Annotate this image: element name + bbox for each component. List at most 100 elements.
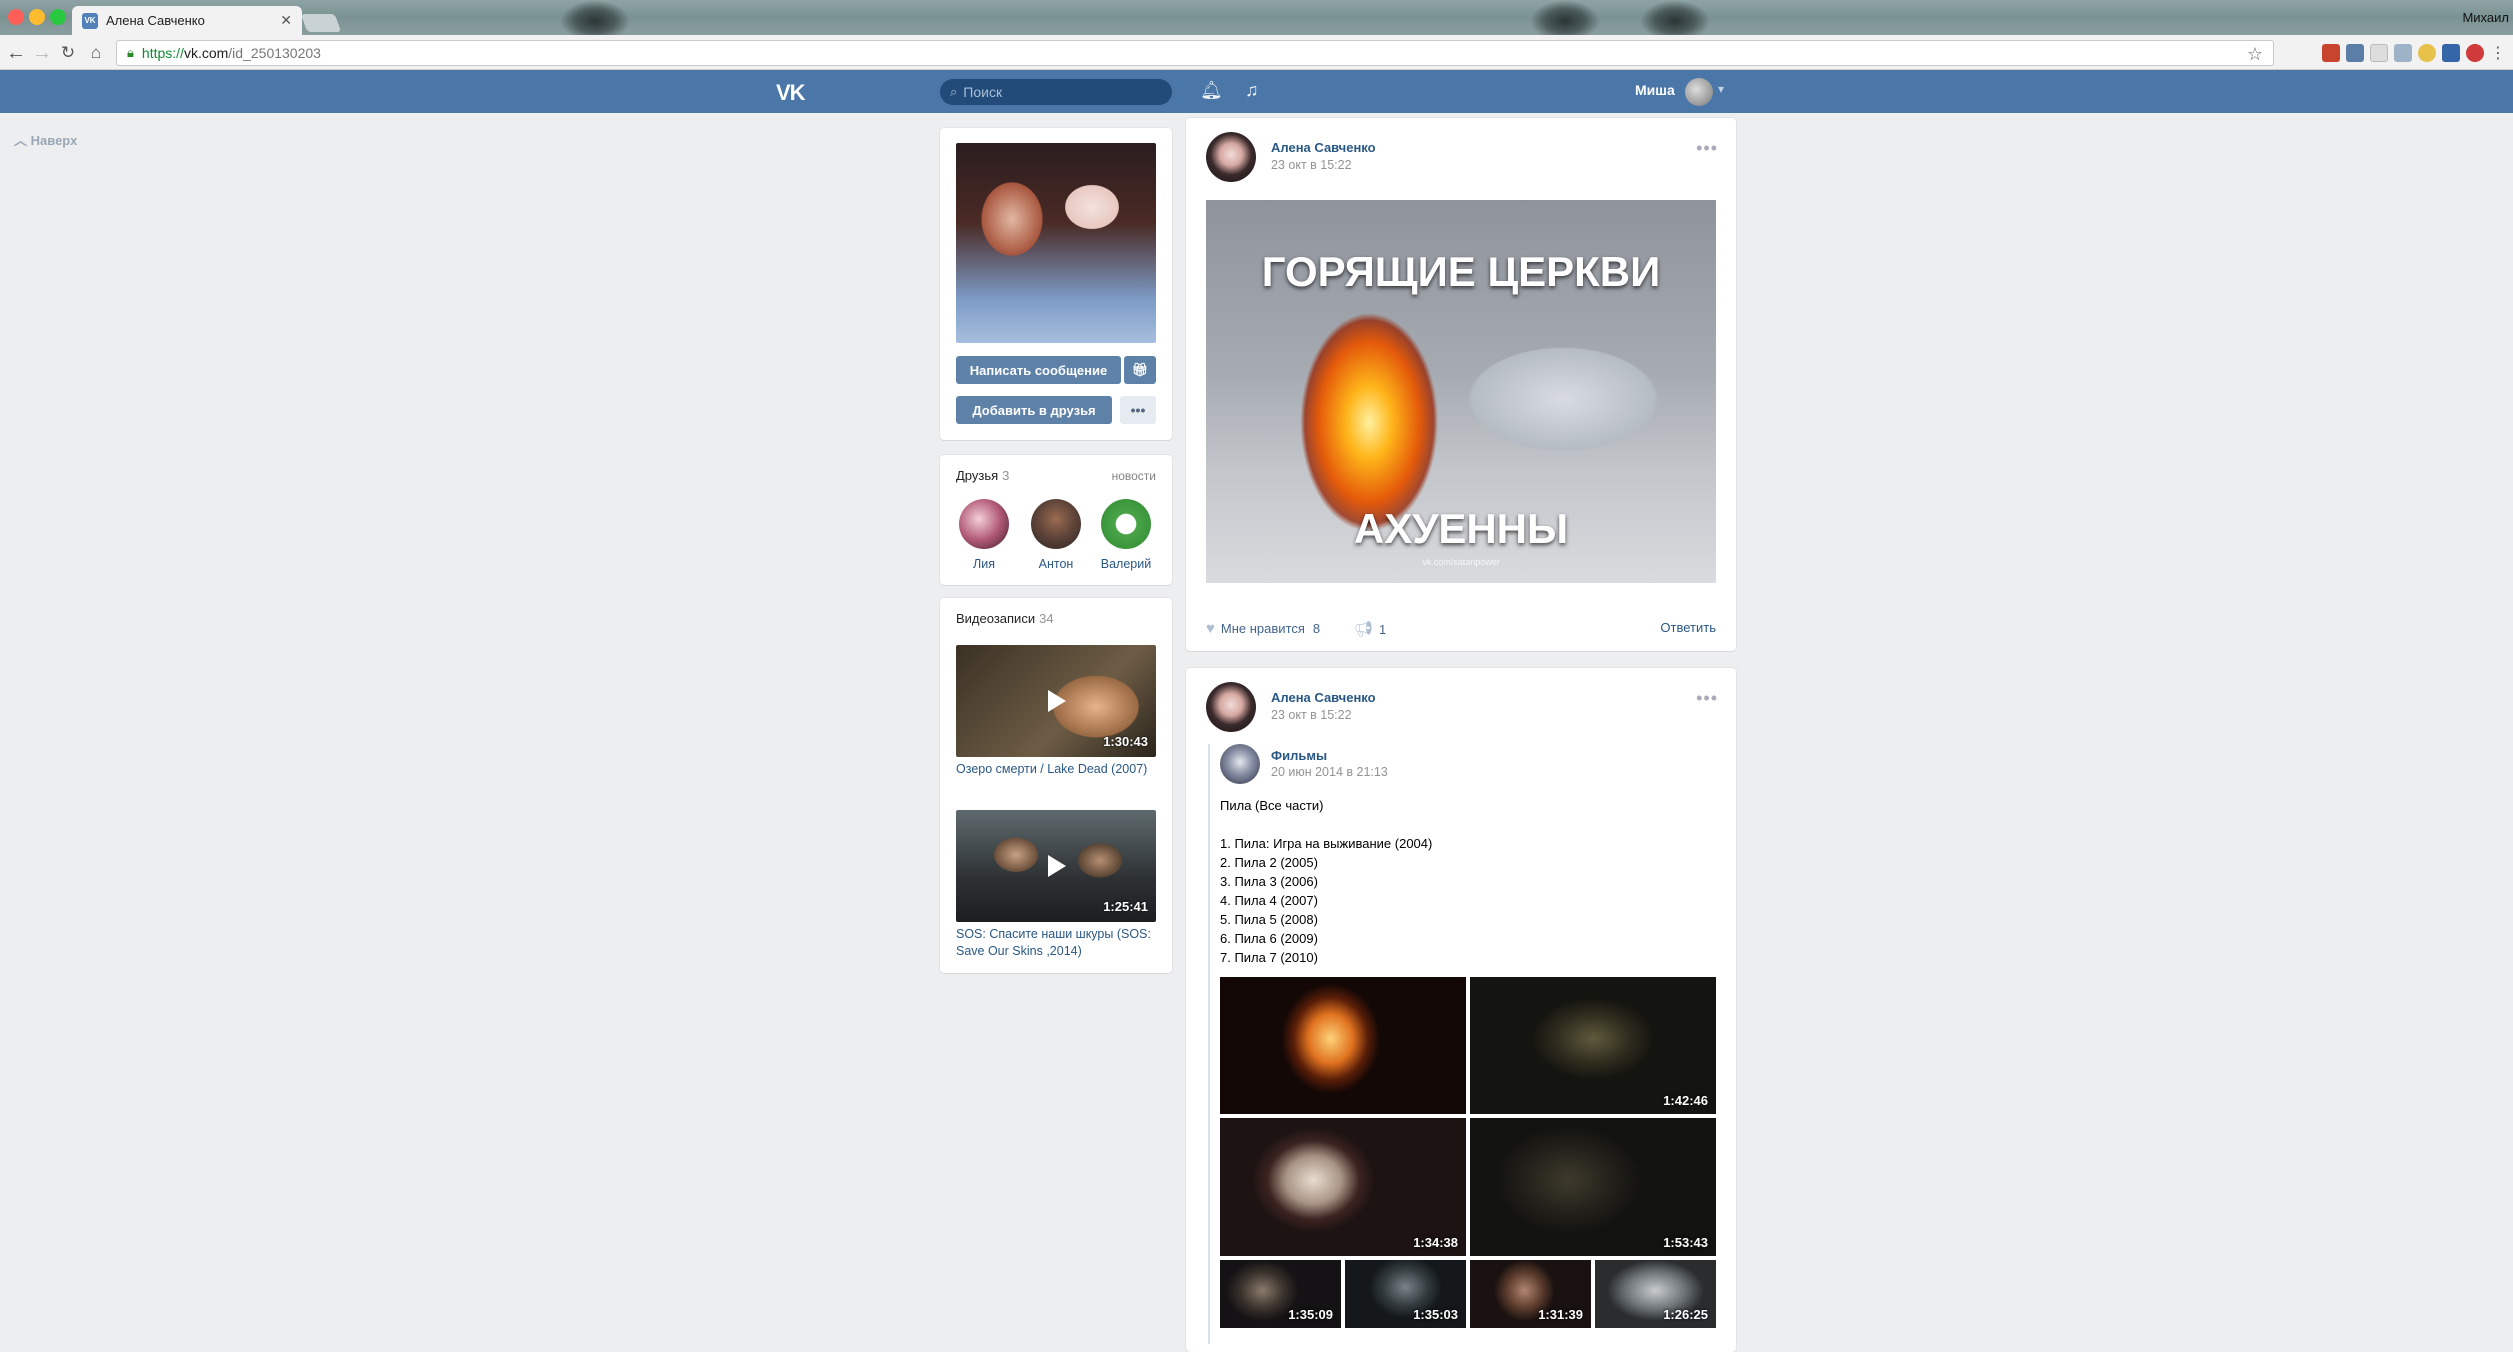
minimize-window-button[interactable] <box>29 9 45 25</box>
extension-icon[interactable] <box>2370 44 2388 62</box>
post-date[interactable]: 23 окт в 15:22 <box>1271 158 1352 172</box>
browser-profile-name[interactable]: Михаил <box>2462 10 2509 25</box>
heart-icon: ♥ <box>1206 620 1215 637</box>
search-input[interactable]: ⌕ Поиск <box>940 79 1172 105</box>
zoom-window-button[interactable] <box>50 9 66 25</box>
add-friend-button[interactable]: Добавить в друзья <box>956 396 1112 424</box>
send-message-button[interactable]: Написать сообщение <box>956 356 1121 384</box>
post-text-line: 2. Пила 2 (2005) <box>1220 855 1318 870</box>
profile-photo[interactable] <box>956 143 1156 343</box>
send-message-label: Написать сообщение <box>969 362 1108 378</box>
post-text-line: 4. Пила 4 (2007) <box>1220 893 1318 908</box>
video-thumbnail[interactable]: 1:53:43 <box>1470 1118 1716 1256</box>
friend-item[interactable]: Антон <box>1021 499 1091 571</box>
url-path: /id_250130203 <box>228 45 321 61</box>
post-menu-icon[interactable]: ••• <box>1696 138 1718 159</box>
forward-arrow-icon[interactable]: → <box>30 42 54 65</box>
background-decoration <box>1640 0 1710 35</box>
videos-title-text: Видеозаписи <box>956 611 1036 626</box>
friend-item[interactable]: Лия <box>949 499 1019 571</box>
url-bar[interactable]: 🔒︎ https://vk.com/id_250130203 ☆ <box>116 40 2274 66</box>
search-icon: ⌕ <box>950 84 958 99</box>
notifications-bell-icon[interactable]: 🔔︎ <box>1200 80 1223 101</box>
extension-icon[interactable] <box>2322 44 2340 62</box>
video-thumbnail[interactable]: 1:30:43 <box>956 645 1156 757</box>
extension-icon[interactable] <box>2442 44 2460 62</box>
video-duration: 1:53:43 <box>1663 1235 1708 1250</box>
gift-icon: 🎁︎ <box>1131 362 1149 377</box>
video-thumbnail[interactable]: 1:35:09 <box>1220 1260 1341 1328</box>
friend-name: Валерий <box>1100 557 1152 571</box>
home-icon[interactable]: ⌂ <box>84 43 108 63</box>
video-thumbnail[interactable]: 1:26:25 <box>1595 1260 1716 1328</box>
chevron-down-icon[interactable]: ▾ <box>1718 82 1724 96</box>
share-button[interactable]: 📢︎ 1 <box>1354 620 1386 638</box>
video-duration: 1:26:25 <box>1663 1307 1708 1322</box>
play-icon <box>1048 690 1066 712</box>
video-duration: 1:25:41 <box>1103 899 1148 914</box>
post-author-avatar[interactable] <box>1206 682 1256 732</box>
post-author-avatar[interactable] <box>1206 132 1256 182</box>
vk-logo[interactable]: VK <box>776 80 806 106</box>
video-thumbnail[interactable] <box>1220 977 1466 1114</box>
post-author-name[interactable]: Алена Савченко <box>1271 140 1376 155</box>
friend-avatar <box>1101 499 1151 549</box>
vk-top-bar: VK ⌕ Поиск 🔔︎ ♫ Миша ▾ <box>0 70 2513 113</box>
reload-icon[interactable]: ↻ <box>56 43 80 63</box>
background-decoration <box>1530 0 1600 35</box>
video-thumbnail[interactable]: 1:31:39 <box>1470 1260 1591 1328</box>
video-thumbnail[interactable]: 1:34:38 <box>1220 1118 1466 1256</box>
post-text-line: 5. Пила 5 (2008) <box>1220 912 1318 927</box>
repost-source-avatar[interactable] <box>1220 744 1260 784</box>
friends-count: 3 <box>1002 468 1010 483</box>
video-title-link[interactable]: Озеро смерти / Lake Dead (2007) <box>956 761 1156 778</box>
friend-name: Лия <box>973 557 995 571</box>
search-placeholder: Поиск <box>963 84 1003 100</box>
url-host: vk.com <box>183 45 229 61</box>
videos-title[interactable]: Видеозаписи 34 <box>956 611 1054 626</box>
post-text-line: 6. Пила 6 (2009) <box>1220 931 1318 946</box>
back-arrow-icon[interactable]: ← <box>4 42 28 65</box>
friends-news-link[interactable]: новости <box>1112 469 1156 483</box>
extension-icon[interactable] <box>2394 44 2412 62</box>
friend-avatar <box>1031 499 1081 549</box>
video-thumbnail[interactable]: 1:25:41 <box>956 810 1156 922</box>
bookmark-star-icon[interactable]: ☆ <box>2247 44 2263 65</box>
close-tab-icon[interactable]: ✕ <box>280 12 292 29</box>
videos-count: 34 <box>1039 611 1054 626</box>
header-avatar[interactable] <box>1685 78 1713 106</box>
post-image[interactable]: ГОРЯЩИЕ ЦЕРКВИ АХУЕННЫ vk.com/satanpower <box>1206 200 1716 583</box>
post-author-name[interactable]: Алена Савченко <box>1271 690 1376 705</box>
music-note-icon[interactable]: ♫ <box>1245 80 1259 101</box>
like-button[interactable]: ♥ Мне нравится 8 <box>1206 620 1320 637</box>
scroll-to-top-link[interactable]: ︿ Наверх <box>14 130 77 149</box>
repost-source-name[interactable]: Фильмы <box>1271 748 1327 763</box>
post-text-line: 1. Пила: Игра на выживание (2004) <box>1220 836 1433 851</box>
friends-title[interactable]: Друзья 3 <box>956 468 1009 483</box>
browser-menu-icon[interactable]: ⋮ <box>2486 43 2510 63</box>
post-menu-icon[interactable]: ••• <box>1696 688 1718 709</box>
video-thumbnail[interactable]: 1:42:46 <box>1470 977 1716 1114</box>
repost-date[interactable]: 20 июн 2014 в 21:13 <box>1271 765 1388 779</box>
reply-button[interactable]: Ответить <box>1660 620 1716 635</box>
browser-tab-bar: VK Алена Савченко ✕ Михаил <box>0 0 2513 35</box>
browser-tab-active[interactable]: VK Алена Савченко ✕ <box>72 6 302 35</box>
close-window-button[interactable] <box>8 9 24 25</box>
video-thumbnail[interactable]: 1:35:03 <box>1345 1260 1466 1328</box>
wall-post: Алена Савченко 23 окт в 15:22 ••• Фильмы… <box>1186 668 1736 1352</box>
tab-title: Алена Савченко <box>106 13 205 28</box>
video-duration: 1:30:43 <box>1103 734 1148 749</box>
header-user-name[interactable]: Миша <box>1635 82 1675 98</box>
share-count: 1 <box>1379 621 1387 637</box>
extension-icon[interactable] <box>2466 44 2484 62</box>
add-friend-label: Добавить в друзья <box>972 402 1096 418</box>
friend-item[interactable]: Валерий <box>1091 499 1161 571</box>
new-tab-button[interactable] <box>300 14 342 32</box>
extension-icon[interactable] <box>2418 44 2436 62</box>
post-date[interactable]: 23 окт в 15:22 <box>1271 708 1352 722</box>
scroll-to-top-label: Наверх <box>30 133 78 148</box>
extension-icon[interactable] <box>2346 44 2364 62</box>
more-actions-button[interactable]: ••• <box>1120 396 1156 424</box>
video-title-link[interactable]: SOS: Спасите наши шкуры (SOS: Save Our S… <box>956 926 1156 960</box>
gift-button[interactable]: 🎁︎ <box>1124 356 1156 384</box>
